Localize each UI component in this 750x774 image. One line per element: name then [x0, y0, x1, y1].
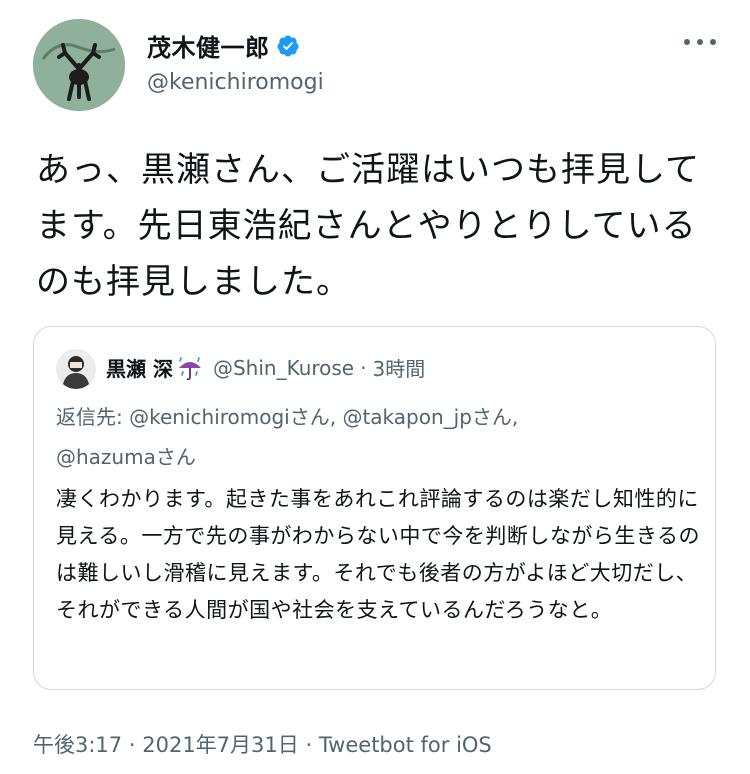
tweet-metadata: 午後3:17 · 2021年7月31日 · Tweetbot for iOS [33, 729, 492, 759]
reply-mention[interactable]: @hazuma [56, 445, 156, 469]
quoted-tweet-card[interactable]: 黒瀬 深 @Shin_Kurose · 3時間 返信先: @kenichirom… [33, 326, 716, 690]
reply-to-line: 返信先: @kenichiromogiさん, @takapon_jpさん, @h… [56, 405, 519, 469]
tweet-date[interactable]: 2021年7月31日 [142, 733, 299, 757]
tweet-text: あっ、黒瀬さん、ご活躍はいつも拝見してます。先日東浩紀さんとやりとりしているのも… [36, 150, 700, 302]
quoted-header: 黒瀬 深 @Shin_Kurose · 3時間 [106, 353, 425, 382]
reply-mention[interactable]: @takapon_jp [342, 405, 471, 429]
author-avatar[interactable] [33, 19, 125, 111]
avatar-image [33, 19, 125, 111]
more-options-button[interactable] [684, 33, 716, 51]
umbrella-rain-icon [177, 355, 203, 381]
reply-to-label: 返信先: [56, 405, 123, 429]
quoted-author-avatar[interactable] [56, 349, 96, 389]
separator-dot: · [305, 733, 313, 757]
quoted-display-name: 黒瀬 深 [106, 357, 173, 381]
author-name-row: 茂木健一郎 [147, 28, 300, 63]
tweet-source[interactable]: Tweetbot for iOS [319, 733, 492, 757]
more-dots-icon [684, 39, 690, 45]
reply-mention[interactable]: @kenichiromogi [129, 405, 290, 429]
quoted-avatar-image [56, 349, 96, 389]
quoted-handle: @Shin_Kurose [212, 355, 355, 380]
separator-dot: · [128, 733, 136, 757]
quoted-timestamp: 3時間 [372, 357, 426, 381]
verified-badge-icon [276, 34, 300, 58]
quoted-tweet-text: 凄くわかります。起きた事をあれこれ評論するのは楽だし知性的に見える。一方で先の事… [56, 487, 700, 622]
author-display-name[interactable]: 茂木健一郎 [147, 28, 270, 63]
separator-dot: · [360, 355, 367, 380]
tweet-time[interactable]: 午後3:17 [33, 733, 122, 757]
author-handle[interactable]: @kenichiromogi [147, 70, 324, 95]
